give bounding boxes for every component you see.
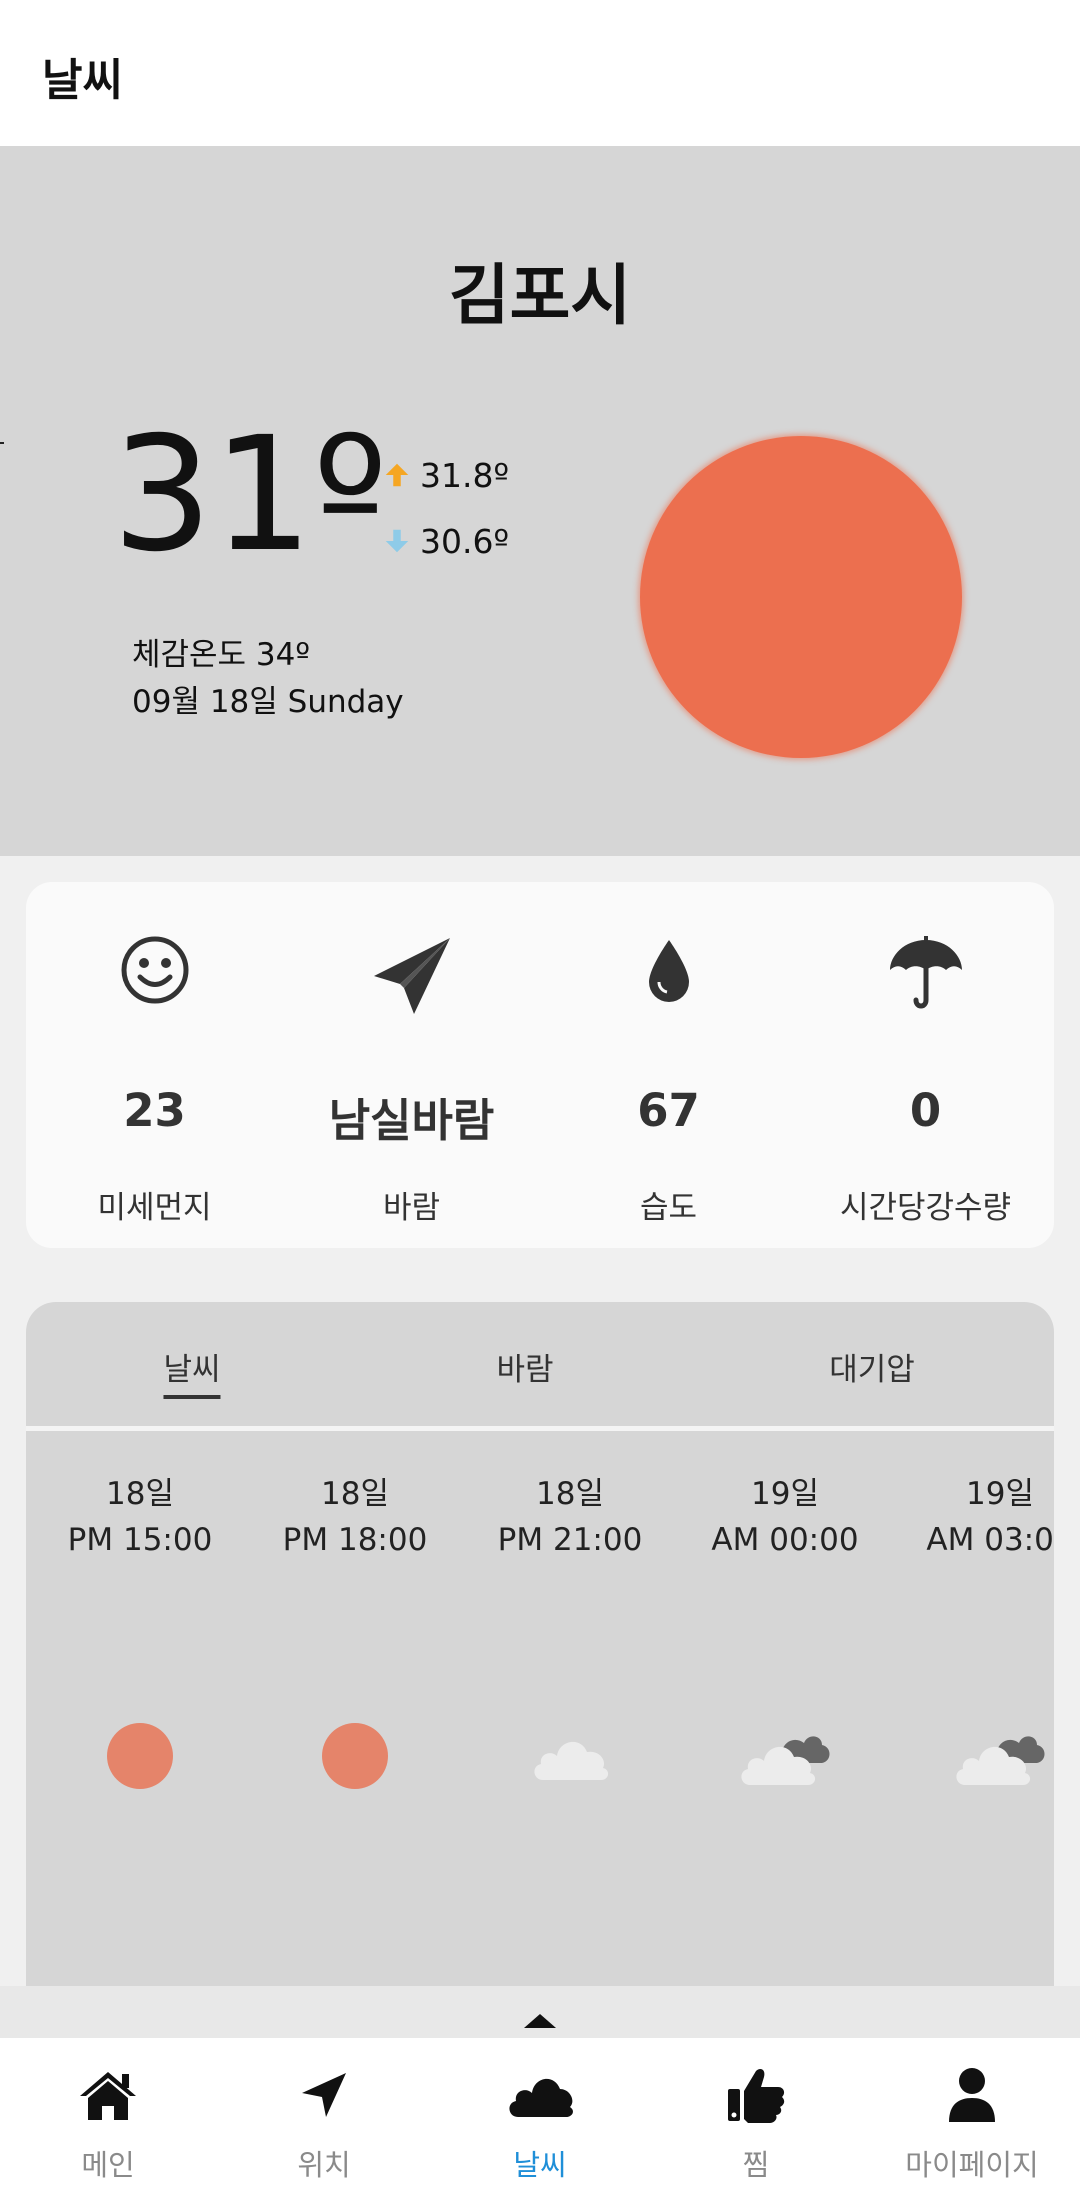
app-bar: 날씨	[0, 0, 1080, 146]
nav-icon-wrap	[432, 2064, 648, 2126]
forecast-time: PM 18:00	[282, 1522, 428, 1558]
stat-label: 미세먼지	[97, 1190, 212, 1226]
nav-label: 날씨	[513, 2148, 567, 2182]
nav-item-main[interactable]: 메인	[0, 2038, 216, 2196]
forecast-slot: 19일 AM 00:00	[675, 1431, 895, 1785]
cloudy-icon	[956, 1736, 1045, 1785]
feels-like-block: 체감온도 34º 09월 18일 Sunday	[132, 632, 404, 726]
nav-item-weather[interactable]: 날씨	[432, 2038, 648, 2196]
cloud-icon	[534, 1741, 609, 1780]
chevron-up-icon	[524, 2014, 556, 2028]
sun-icon	[107, 1723, 173, 1789]
paper-plane-icon	[373, 938, 450, 1014]
forecast-time: AM 03:00	[926, 1522, 1054, 1558]
nav-label: 마이페이지	[905, 2148, 1039, 2182]
nav-label: 찜	[742, 2148, 770, 2182]
forecast-day: 19일	[966, 1476, 1034, 1512]
edge-marker	[0, 442, 4, 444]
stat-fine-dust: 23 미세먼지	[26, 882, 283, 1248]
arrow-down-icon	[385, 529, 409, 553]
city-name: 김포시	[448, 257, 632, 334]
nav-icon-wrap	[864, 2064, 1080, 2126]
stat-value: 23	[123, 1084, 186, 1137]
tab-pressure[interactable]: 대기압	[829, 1344, 915, 1389]
current-weather-panel: 김포시 31º 31.8º 30.6º 체감온도 34º 09월 18일 Sun…	[0, 146, 1080, 856]
forecast-day: 18일	[321, 1476, 389, 1512]
cloud-icon	[509, 2078, 573, 2117]
arrow-up-icon	[385, 463, 409, 487]
cloudy-icon	[741, 1736, 830, 1785]
hourly-forecast-list[interactable]: 18일 PM 15:00 18일 PM 18:00 18일 PM 21:00 1…	[26, 1431, 1054, 1991]
stat-precipitation: 0 시간당강수량	[797, 882, 1054, 1248]
forecast-slot: 18일 PM 18:00	[245, 1431, 465, 1789]
low-temperature: 30.6º	[420, 521, 510, 561]
home-icon	[80, 2072, 136, 2120]
forecast-day: 19일	[751, 1476, 819, 1512]
forecast-day: 18일	[536, 1476, 604, 1512]
sun-icon	[640, 436, 962, 758]
nav-label: 위치	[297, 2148, 351, 2182]
high-temperature-row: 31.8º	[382, 442, 509, 508]
sun-icon	[322, 1723, 388, 1789]
weather-stats-card: 23 미세먼지 남실바람 바람 67 습도 0 시간당강수량	[26, 882, 1054, 1248]
forecast-slot: 18일 PM 15:00	[30, 1431, 250, 1789]
nav-item-location[interactable]: 위치	[216, 2038, 432, 2196]
forecast-slot: 19일 AM 03:00	[890, 1431, 1054, 1785]
stat-label: 습도	[639, 1190, 698, 1226]
nav-icon-wrap	[648, 2064, 864, 2126]
location-arrow-icon	[302, 2073, 346, 2117]
stat-humidity: 67 습도	[540, 882, 797, 1248]
forecast-tabs: 날씨 바람 대기압	[26, 1302, 1054, 1426]
current-date: 09월 18일 Sunday	[132, 684, 404, 720]
forecast-icon-wrap	[30, 1721, 250, 1791]
stat-label: 바람	[382, 1190, 441, 1226]
smiley-icon	[121, 936, 188, 1004]
tab-wind[interactable]: 바람	[496, 1344, 553, 1389]
feels-like: 체감온도 34º	[132, 637, 310, 673]
forecast-slot: 18일 PM 21:00	[460, 1431, 680, 1780]
high-temperature: 31.8º	[420, 455, 510, 495]
nav-item-favorites[interactable]: 찜	[648, 2038, 864, 2196]
thumbs-up-icon	[728, 2069, 785, 2123]
stat-value: 0	[909, 1084, 942, 1137]
forecast-time: PM 15:00	[67, 1522, 213, 1558]
nav-icon-wrap	[216, 2064, 432, 2126]
forecast-time: PM 21:00	[497, 1522, 643, 1558]
water-drop-icon	[648, 940, 689, 1002]
forecast-icon-wrap	[675, 1721, 895, 1791]
stat-icon-wrap	[26, 934, 283, 1014]
stat-icon-wrap	[283, 934, 540, 1014]
forecast-day: 18일	[106, 1476, 174, 1512]
low-temperature-row: 30.6º	[382, 508, 509, 574]
tab-weather[interactable]: 날씨	[163, 1344, 221, 1399]
stat-wind: 남실바람 바람	[283, 882, 540, 1248]
stat-label: 시간당강수량	[839, 1190, 1012, 1226]
forecast-icon-wrap	[460, 1721, 680, 1791]
nav-label: 메인	[81, 2148, 135, 2182]
stat-icon-wrap	[797, 934, 1054, 1014]
app-bar-title: 날씨	[42, 55, 123, 106]
nav-icon-wrap	[0, 2064, 216, 2126]
forecast-icon-wrap	[245, 1721, 465, 1791]
stat-icon-wrap	[540, 934, 797, 1014]
forecast-icon-wrap	[890, 1721, 1054, 1791]
hourly-forecast-card: 날씨 바람 대기압 18일 PM 15:00 18일 PM 18:00 18일 …	[26, 1302, 1054, 1992]
stat-value: 67	[637, 1084, 700, 1137]
forecast-time: AM 00:00	[711, 1522, 859, 1558]
current-temperature: 31º	[112, 403, 388, 587]
stat-value: 남실바람	[328, 1094, 495, 1147]
nav-item-mypage[interactable]: 마이페이지	[864, 2038, 1080, 2196]
min-max-temperature: 31.8º 30.6º	[382, 442, 509, 574]
bottom-sheet-handle[interactable]	[0, 1986, 1080, 2038]
user-icon	[949, 2068, 995, 2122]
bottom-navigation: 메인 위치 날씨 찜 마이페이지	[0, 2038, 1080, 2196]
umbrella-icon	[889, 936, 962, 1009]
